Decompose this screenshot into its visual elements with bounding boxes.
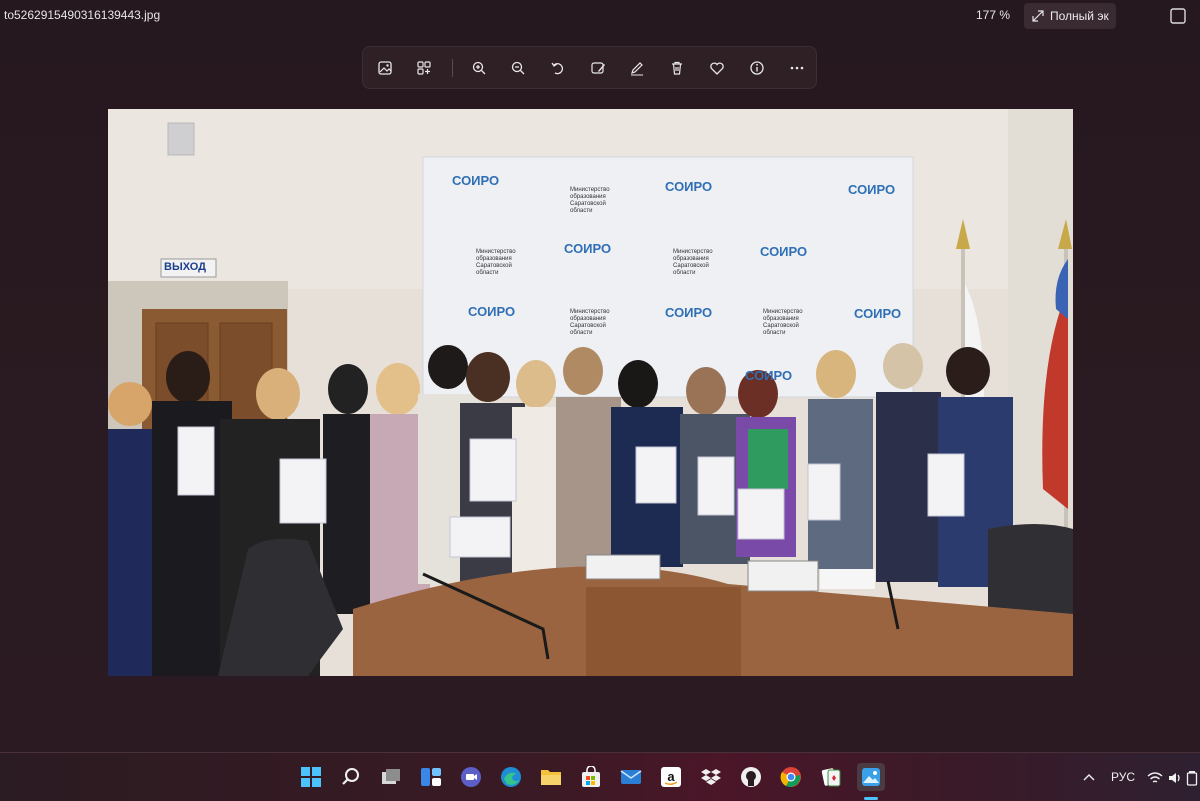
- solitaire-icon[interactable]: [819, 765, 843, 789]
- more-icon[interactable]: [786, 57, 808, 79]
- start-icon[interactable]: [299, 765, 323, 789]
- zoom-in-icon[interactable]: [468, 57, 490, 79]
- banner-logo-3: СОИРО: [848, 182, 896, 197]
- banner-logo-2: СОИРО: [665, 179, 713, 194]
- chevron-up-icon[interactable]: [1083, 772, 1095, 782]
- zoom-out-icon[interactable]: [507, 57, 529, 79]
- zoom-level[interactable]: 177 %: [976, 8, 1010, 22]
- wifi-icon[interactable]: [1147, 771, 1163, 785]
- edge-icon[interactable]: [499, 765, 523, 789]
- search-icon[interactable]: [339, 765, 363, 789]
- taskbar: a РУС: [0, 752, 1200, 801]
- file-name: to5262915490316139443.jpg: [4, 8, 161, 22]
- banner-ministry-1: Министерство образования Саратовской обл…: [570, 187, 610, 214]
- expand-icon: [1032, 10, 1044, 22]
- toolbar-divider: [452, 59, 453, 77]
- title-bar: to5262915490316139443.jpg 177 % Полный э…: [0, 0, 1200, 32]
- photo-canvas[interactable]: СОИРО СОИРО СОИРО СОИРО СОИРО СОИРО СОИР…: [108, 109, 1073, 676]
- fullscreen-label: Полный эк: [1050, 9, 1109, 23]
- banner-logo-8: СОИРО: [854, 306, 902, 321]
- edit-image-icon[interactable]: [587, 57, 609, 79]
- delete-icon[interactable]: [666, 57, 688, 79]
- language-indicator[interactable]: РУС: [1111, 770, 1135, 784]
- banner-ministry-5: Министерство образования Саратовской обл…: [763, 309, 803, 336]
- rotate-icon[interactable]: [547, 57, 569, 79]
- battery-icon[interactable]: [1186, 770, 1198, 786]
- banner-logo-6: СОИРО: [468, 304, 516, 319]
- dropbox-icon[interactable]: [699, 765, 723, 789]
- github-icon[interactable]: [739, 765, 763, 789]
- fullscreen-button[interactable]: Полный эк: [1024, 3, 1116, 29]
- banner-ministry-2: Министерство образования Саратовской обл…: [476, 249, 516, 276]
- banner-logo-1: СОИРО: [452, 173, 500, 188]
- banner-ministry-4: Министерство образования Саратовской обл…: [570, 309, 610, 336]
- amazon-icon[interactable]: a: [659, 765, 683, 789]
- photos-icon[interactable]: [857, 763, 885, 791]
- task-view-icon[interactable]: [379, 765, 403, 789]
- svg-text:a: a: [667, 769, 675, 784]
- close-icon[interactable]: [1168, 6, 1188, 26]
- collection-icon[interactable]: [413, 57, 435, 79]
- draw-icon[interactable]: [626, 57, 648, 79]
- teams-icon[interactable]: [459, 765, 483, 789]
- image-toolbar: [362, 46, 817, 89]
- store-icon[interactable]: [579, 765, 603, 789]
- favorite-icon[interactable]: [706, 57, 728, 79]
- banner-logo-7: СОИРО: [665, 305, 713, 320]
- info-icon[interactable]: [746, 57, 768, 79]
- chrome-icon[interactable]: [779, 765, 803, 789]
- image-icon[interactable]: [374, 57, 396, 79]
- banner-logo-5: СОИРО: [760, 244, 808, 259]
- banner-logo-4: СОИРО: [564, 241, 612, 256]
- file-explorer-icon[interactable]: [539, 765, 563, 789]
- banner-ministry-3: Министерство образования Саратовской обл…: [673, 249, 713, 276]
- widgets-icon[interactable]: [419, 765, 443, 789]
- mail-icon[interactable]: [619, 765, 643, 789]
- exit-sign-text: ВЫХОД: [164, 261, 207, 273]
- banner-logo-9: СОИРО: [745, 368, 793, 383]
- volume-icon[interactable]: [1168, 771, 1182, 785]
